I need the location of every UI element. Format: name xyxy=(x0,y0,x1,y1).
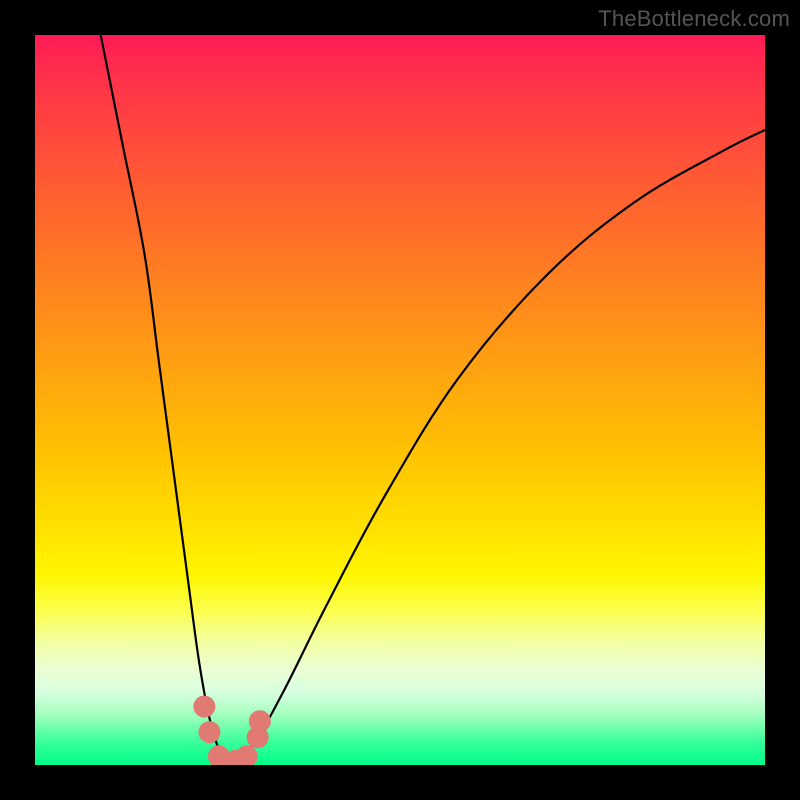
watermark-text: TheBottleneck.com xyxy=(598,6,790,32)
plot-area xyxy=(35,35,765,765)
gradient-background xyxy=(35,35,765,765)
